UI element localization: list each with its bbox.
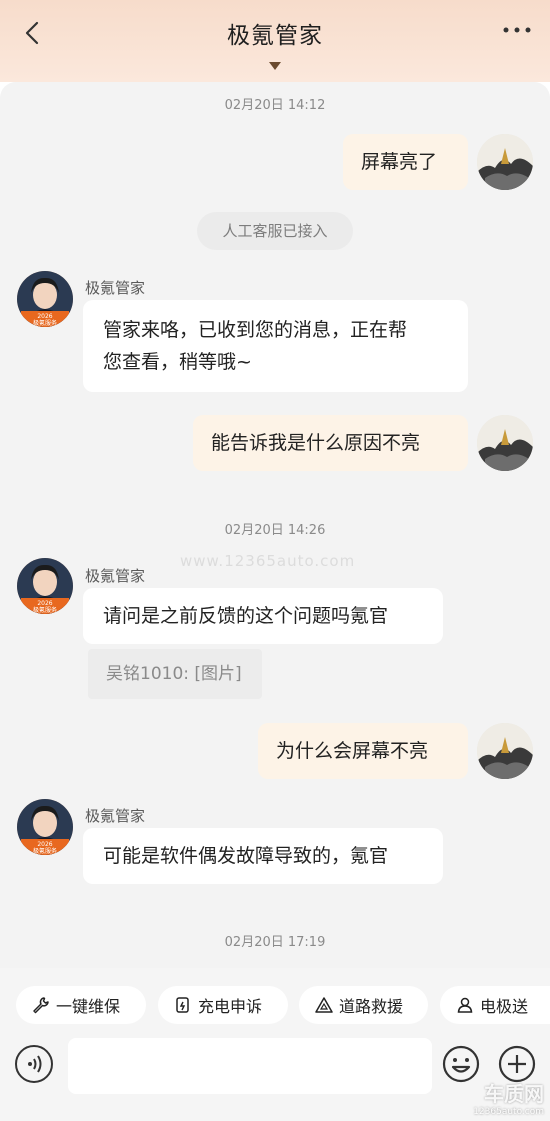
agent-avatar[interactable]: 2026 极氪服务	[17, 799, 73, 855]
quick-action-delivery[interactable]: 电极送	[440, 986, 550, 1024]
site-logo-url: 12365auto.com	[473, 1107, 544, 1117]
timestamp: 02月20日 14:26	[224, 523, 326, 538]
header-bar: 极氪管家	[0, 0, 550, 82]
quick-action-label: 电极送	[480, 997, 529, 1016]
user-message[interactable]: 为什么会屏幕不亮	[258, 723, 468, 779]
agent-message[interactable]: 可能是软件偶发故障导致的，氪官	[83, 828, 443, 884]
quoted-message[interactable]: 吴铭1010: [图片]	[88, 649, 262, 699]
site-logo: 车质网 12365auto.com	[460, 1078, 550, 1121]
user-message[interactable]: 能告诉我是什么原因不亮	[193, 415, 468, 471]
page-title: 极氪管家	[227, 23, 323, 49]
user-avatar[interactable]	[477, 134, 533, 190]
caret-down-icon[interactable]	[269, 62, 281, 70]
charge-doc-icon	[176, 997, 189, 1013]
quick-action-charge-complaint[interactable]: 充电申诉	[158, 986, 288, 1024]
timestamp: 02月20日 14:12	[224, 98, 326, 113]
agent-portrait-icon: 2026 极氪服务	[17, 271, 73, 327]
agent-message[interactable]: 管家来咯，已收到您的消息，正在帮 您查看，稍等哦~	[83, 300, 468, 392]
site-logo-text: 车质网	[484, 1082, 544, 1106]
watermark: www.12365auto.com	[180, 552, 356, 570]
wrench-icon	[33, 997, 49, 1014]
warning-triangle-icon	[315, 997, 333, 1013]
more-dots-icon[interactable]	[502, 22, 532, 38]
landscape-avatar-icon	[477, 415, 533, 471]
agent-avatar[interactable]: 2026 极氪服务	[17, 271, 73, 327]
person-icon	[457, 997, 473, 1013]
quick-action-label: 道路救援	[339, 997, 404, 1016]
message-input[interactable]	[68, 1038, 432, 1094]
badge-year: 2026	[37, 600, 52, 607]
timestamp: 02月20日 17:19	[224, 935, 326, 950]
agent-name: 极氪管家	[85, 807, 146, 825]
badge-year: 2026	[37, 841, 52, 848]
user-avatar[interactable]	[477, 723, 533, 779]
agent-message-line: 管家来咯，已收到您的消息，正在帮	[103, 319, 408, 341]
quick-action-label: 一键维保	[56, 997, 121, 1016]
voice-icon[interactable]	[15, 1045, 53, 1083]
agent-message[interactable]: 请问是之前反馈的这个问题吗氪官	[83, 588, 443, 644]
agent-name: 极氪管家	[85, 279, 146, 297]
user-avatar[interactable]	[477, 415, 533, 471]
badge-year: 2026	[37, 313, 52, 320]
landscape-avatar-icon	[477, 723, 533, 779]
agent-name: 极氪管家	[85, 567, 146, 585]
agent-message-line: 您查看，稍等哦~	[103, 351, 252, 373]
agent-portrait-icon: 2026 极氪服务	[17, 558, 73, 614]
system-notice: 人工客服已接入	[197, 212, 353, 250]
quick-action-maintenance[interactable]: 一键维保	[16, 986, 146, 1024]
quick-action-road-rescue[interactable]: 道路救援	[299, 986, 428, 1024]
quick-action-label: 充电申诉	[198, 997, 263, 1016]
user-message[interactable]: 屏幕亮了	[343, 134, 468, 190]
agent-portrait-icon: 2026 极氪服务	[17, 799, 73, 855]
landscape-avatar-icon	[477, 134, 533, 190]
agent-avatar[interactable]: 2026 极氪服务	[17, 558, 73, 614]
